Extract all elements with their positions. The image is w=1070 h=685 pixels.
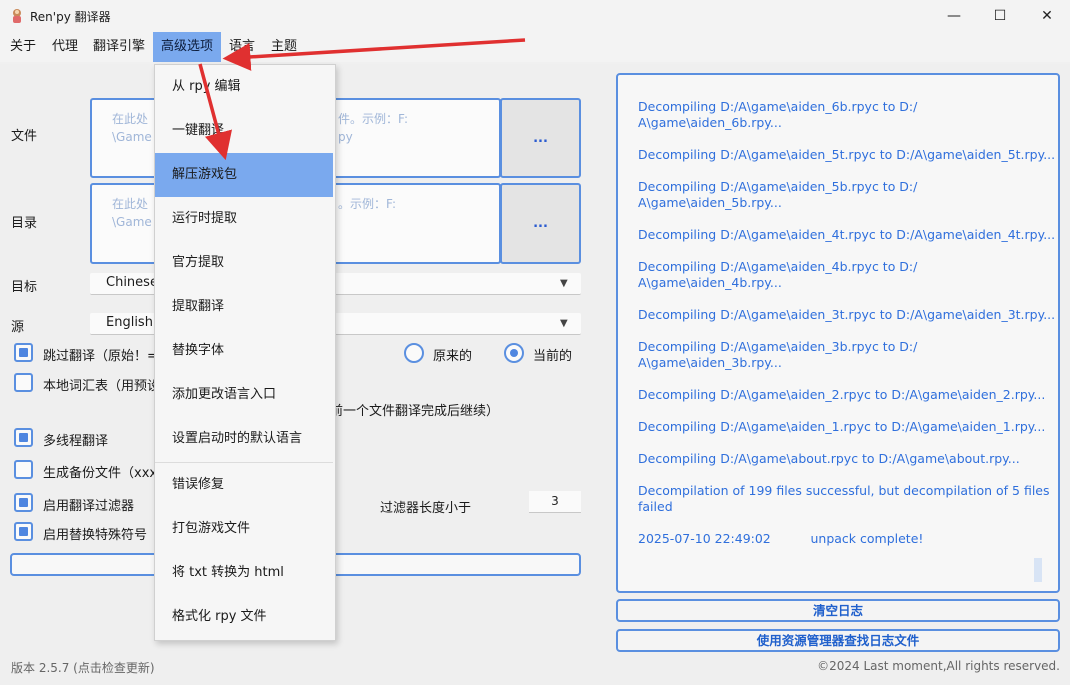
target-label: 目标 <box>11 280 38 295</box>
window-title: Ren'py 翻译器 <box>30 10 111 24</box>
log-line: Decompiling D:/A\game\aiden_3t.rpyc to D… <box>638 307 1056 322</box>
version-link[interactable]: 版本 2.5.7 (点击检查更新) <box>11 659 155 676</box>
menu-item-official-extract[interactable]: 官方提取 <box>155 241 333 285</box>
menu-item-replace-font[interactable]: 替换字体 <box>155 329 333 373</box>
filter-length-label: 过滤器长度小于 <box>380 501 472 516</box>
replace-special-checkbox[interactable] <box>14 522 33 541</box>
menu-item-runtime-extract[interactable]: 运行时提取 <box>155 197 333 241</box>
copyright-text: ©2024 Last moment,All rights reserved. <box>817 659 1060 673</box>
menu-item-one-click-translate[interactable]: 一键翻译 <box>155 109 333 153</box>
file-placeholder-right: 件。示例：F: py <box>338 112 409 144</box>
maximize-button[interactable]: ☐ <box>977 0 1023 32</box>
local-glossary-checkbox[interactable] <box>14 373 33 392</box>
clear-log-button[interactable]: 清空日志 <box>616 599 1060 622</box>
filter-checkbox[interactable] <box>14 493 33 512</box>
file-browse-button[interactable]: ... <box>500 98 581 178</box>
menu-item-edit-rpy[interactable]: 从 rpy 编辑 <box>155 65 333 109</box>
menu-proxy[interactable]: 代理 <box>44 32 86 62</box>
minimize-button[interactable]: — <box>931 0 977 32</box>
log-line: Decompiling D:/A\game\aiden_1.rpyc to D:… <box>638 419 1046 434</box>
multithread-checkbox[interactable] <box>14 428 33 447</box>
directory-label: 目录 <box>11 216 38 231</box>
multithread-label: 多线程翻译 <box>43 434 109 449</box>
menu-item-format-rpy[interactable]: 格式化 rpy 文件 <box>155 595 333 639</box>
skip-translate-checkbox[interactable] <box>14 343 33 362</box>
menu-item-extract-translation[interactable]: 提取翻译 <box>155 285 333 329</box>
log-line: Decompilation of 199 files successful, b… <box>638 483 1050 514</box>
menu-item-error-repair[interactable]: 错误修复 <box>155 463 333 507</box>
menu-advanced[interactable]: 高级选项 <box>153 32 222 62</box>
menu-engine[interactable]: 翻译引擎 <box>85 32 153 62</box>
menu-item-add-language-entry[interactable]: 添加更改语言入口 <box>155 373 333 417</box>
close-button[interactable]: ✕ <box>1024 0 1070 32</box>
dir-placeholder-right: 。示例：F: <box>338 197 397 211</box>
target-language-value: Chinese <box>106 275 158 290</box>
log-line: 2025-07-10 22:49:02 unpack complete! <box>638 531 924 546</box>
skip-translate-label: 跳过翻译（原始！= <box>43 349 158 364</box>
target-chevron-down-icon: ▼ <box>560 278 568 289</box>
log-line: Decompiling D:/A\game\aiden_4t.rpyc to D… <box>638 227 1056 242</box>
menu-about[interactable]: 关于 <box>2 32 44 62</box>
directory-browse-button[interactable]: ... <box>500 183 581 264</box>
filter-length-input[interactable]: 3 <box>529 491 581 513</box>
menu-item-unpack-game[interactable]: 解压游戏包 <box>155 153 333 197</box>
log-line: Decompiling D:/A\game\aiden_5b.rpyc to D… <box>638 179 918 210</box>
dir-placeholder-left: 在此处 \Game <box>112 197 152 229</box>
backup-label: 生成备份文件（xxx <box>43 466 158 481</box>
menu-language[interactable]: 语言 <box>221 32 263 62</box>
log-scrollbar-thumb[interactable] <box>1034 558 1042 582</box>
log-line: Decompiling D:/A\game\aiden_2.rpyc to D:… <box>638 387 1046 402</box>
menu-item-txt-to-html[interactable]: 将 txt 转换为 html <box>155 551 333 595</box>
source-language-value: English <box>106 315 153 330</box>
app-icon <box>13 9 21 23</box>
source-chevron-down-icon: ▼ <box>560 318 568 329</box>
log-line: Decompiling D:/A\game\aiden_4b.rpyc to D… <box>638 259 918 290</box>
replace-special-label: 启用替换特殊符号 <box>43 528 148 543</box>
log-line: Decompiling D:/A\game\about.rpyc to D:/A… <box>638 451 1020 466</box>
file-placeholder-left: 在此处 \Game <box>112 112 152 144</box>
original-radio-label: 原来的 <box>433 349 473 364</box>
file-label: 文件 <box>11 129 38 144</box>
original-radio[interactable] <box>404 343 424 363</box>
current-radio[interactable] <box>504 343 524 363</box>
open-log-button[interactable]: 使用资源管理器查找日志文件 <box>616 629 1060 652</box>
menu-item-default-language[interactable]: 设置启动时的默认语言 <box>155 417 333 461</box>
log-line: Decompiling D:/A\game\aiden_5t.rpyc to D… <box>638 147 1056 162</box>
wait-note-label: 前一个文件翻译完成后继续） <box>330 404 500 419</box>
menu-item-pack-game[interactable]: 打包游戏文件 <box>155 507 333 551</box>
local-glossary-label: 本地词汇表（用预设 <box>43 379 161 394</box>
backup-checkbox[interactable] <box>14 460 33 479</box>
title-bar <box>0 0 1070 32</box>
menu-theme[interactable]: 主题 <box>263 32 305 62</box>
log-line: Decompiling D:/A\game\aiden_6b.rpyc to D… <box>638 99 918 130</box>
filter-label: 启用翻译过滤器 <box>43 499 135 514</box>
current-radio-label: 当前的 <box>533 349 573 364</box>
source-label: 源 <box>11 320 25 335</box>
log-line: Decompiling D:/A\game\aiden_3b.rpyc to D… <box>638 339 918 370</box>
